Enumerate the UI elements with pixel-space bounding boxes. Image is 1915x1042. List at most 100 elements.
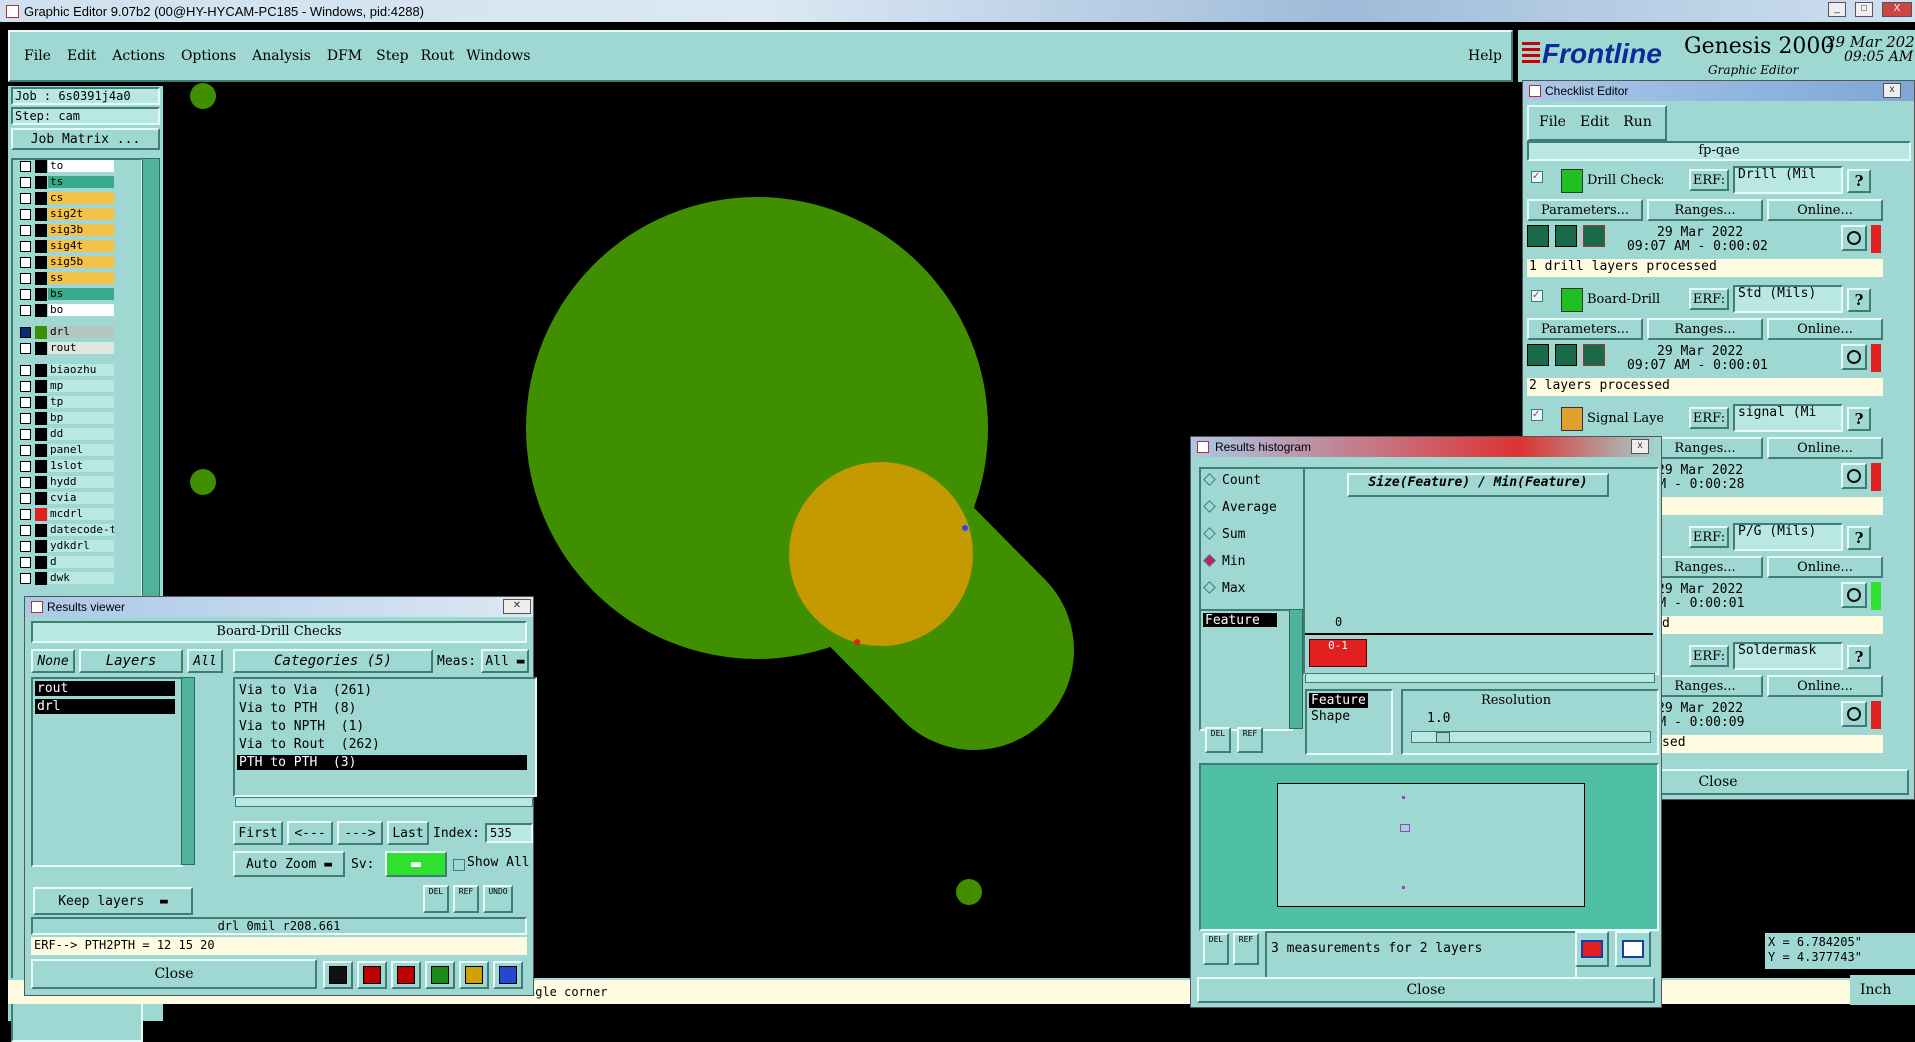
- histogram-option-sum[interactable]: Sum: [1203, 527, 1245, 545]
- run-all-icon[interactable]: [1555, 344, 1577, 366]
- layer-row-datecode-to[interactable]: datecode-to: [20, 524, 115, 537]
- layer-row-sig2t[interactable]: sig2t: [20, 208, 115, 221]
- help-button[interactable]: ?: [1847, 288, 1871, 312]
- record-icon[interactable]: [357, 961, 387, 989]
- run-icon[interactable]: [1527, 344, 1549, 366]
- parameters-button[interactable]: Parameters...: [1527, 318, 1643, 340]
- layer-checkbox[interactable]: [20, 509, 31, 520]
- layer-row-1slot[interactable]: 1slot: [20, 460, 115, 473]
- layer-checkbox[interactable]: [20, 573, 31, 584]
- help-button[interactable]: ?: [1847, 169, 1871, 193]
- erf-field[interactable]: Drill (Mil: [1733, 166, 1843, 194]
- viewer-layer-item[interactable]: rout: [35, 681, 175, 696]
- categories-button[interactable]: Categories (5): [233, 649, 433, 673]
- first-button[interactable]: First: [233, 821, 283, 845]
- help-button[interactable]: ?: [1847, 526, 1871, 550]
- feature-shape-item[interactable]: Shape: [1309, 709, 1352, 724]
- online-button[interactable]: Online...: [1767, 675, 1883, 697]
- check-enable-checkbox[interactable]: ✓: [1531, 171, 1543, 183]
- histogram-option-average[interactable]: Average: [1203, 500, 1277, 518]
- viewer-close-button[interactable]: Close: [31, 959, 317, 989]
- viewer-close-icon[interactable]: ✕: [503, 599, 531, 614]
- histogram-bar[interactable]: 0-1: [1309, 639, 1367, 667]
- next-button[interactable]: --->: [337, 821, 383, 845]
- filter-icon[interactable]: [391, 961, 421, 989]
- layer-checkbox[interactable]: [20, 429, 31, 440]
- histogram-close-icon[interactable]: x: [1631, 439, 1649, 454]
- layer-row-sig5b[interactable]: sig5b: [20, 256, 115, 269]
- histogram-del-button-top[interactable]: DEL: [1205, 727, 1231, 753]
- zoom-results-icon[interactable]: [1841, 344, 1867, 370]
- show-all-checkbox[interactable]: [453, 859, 465, 871]
- viewer-category-hscroll[interactable]: [235, 797, 533, 807]
- index-input[interactable]: 535: [485, 823, 533, 843]
- minimize-button[interactable]: _: [1828, 2, 1846, 17]
- erf-field[interactable]: signal (Mi: [1733, 404, 1843, 432]
- category-item[interactable]: Via to Via (261): [237, 683, 527, 698]
- online-button[interactable]: Online...: [1767, 318, 1883, 340]
- layers-button[interactable]: Layers: [79, 649, 183, 673]
- layer-row-ydkdrl[interactable]: ydkdrl: [20, 540, 115, 553]
- ranges-button[interactable]: Ranges...: [1647, 437, 1763, 459]
- feature-shape-item[interactable]: Feature: [1309, 693, 1368, 708]
- check-enable-checkbox[interactable]: ✓: [1531, 409, 1543, 421]
- layer-row-d[interactable]: d: [20, 556, 115, 569]
- ranges-button[interactable]: Ranges...: [1647, 675, 1763, 697]
- select-all-button[interactable]: All: [187, 649, 223, 673]
- checklist-menu-edit[interactable]: Edit: [1580, 114, 1609, 130]
- zoom-results-icon[interactable]: [1841, 582, 1867, 608]
- layer-checkbox[interactable]: [20, 461, 31, 472]
- menu-actions[interactable]: Actions: [112, 48, 165, 64]
- chart-icon[interactable]: [493, 961, 523, 989]
- step-icon[interactable]: [425, 961, 455, 989]
- viewer-layer-item[interactable]: drl: [35, 699, 175, 714]
- menu-dfm[interactable]: DFM: [327, 48, 362, 64]
- layer-checkbox[interactable]: [20, 343, 31, 354]
- category-item[interactable]: Via to NPTH (1): [237, 719, 527, 734]
- online-button[interactable]: Online...: [1767, 556, 1883, 578]
- viewer-layer-scrollbar[interactable]: [181, 677, 195, 865]
- online-button[interactable]: Online...: [1767, 199, 1883, 221]
- measure-tool-icon[interactable]: [323, 961, 353, 989]
- zoom-fit-icon[interactable]: [1575, 931, 1609, 967]
- histogram-del-button[interactable]: DEL: [1203, 933, 1229, 965]
- viewer-ref-button[interactable]: REF: [453, 885, 479, 913]
- layer-checkbox[interactable]: [20, 327, 31, 338]
- menu-rout[interactable]: Rout: [421, 48, 455, 64]
- layer-row-bp[interactable]: bp: [20, 412, 115, 425]
- menu-options[interactable]: Options: [181, 48, 236, 64]
- histogram-option-min[interactable]: Min: [1203, 554, 1245, 572]
- layer-checkbox[interactable]: [20, 305, 31, 316]
- check-name[interactable]: Board-Drill Che: [1587, 292, 1663, 307]
- maximize-button[interactable]: □: [1855, 2, 1873, 17]
- ranges-button[interactable]: Ranges...: [1647, 199, 1763, 221]
- menu-analysis[interactable]: Analysis: [252, 48, 311, 64]
- checklist-close-icon[interactable]: x: [1883, 83, 1901, 98]
- job-matrix-button[interactable]: Job Matrix ...: [11, 128, 160, 150]
- erf-field[interactable]: Soldermask: [1733, 642, 1843, 670]
- layer-row-hydd[interactable]: hydd: [20, 476, 115, 489]
- close-window-button[interactable]: X: [1882, 2, 1912, 17]
- layer-row-bo[interactable]: bo: [20, 304, 115, 317]
- select-none-button[interactable]: None: [31, 649, 75, 673]
- layer-row-dwk[interactable]: dwk: [20, 572, 115, 585]
- menu-file[interactable]: File: [24, 48, 51, 64]
- layer-checkbox[interactable]: [20, 289, 31, 300]
- layer-checkbox[interactable]: [20, 525, 31, 536]
- menu-windows[interactable]: Windows: [466, 48, 530, 64]
- parameters-button[interactable]: Parameters...: [1527, 199, 1643, 221]
- layer-checkbox[interactable]: [20, 257, 31, 268]
- layer-checkbox[interactable]: [20, 209, 31, 220]
- viewer-undo-button[interactable]: UNDO: [483, 885, 513, 913]
- last-button[interactable]: Last: [387, 821, 429, 845]
- histogram-close-button[interactable]: Close: [1197, 977, 1655, 1003]
- histogram-ref-button-top[interactable]: REF: [1237, 727, 1263, 753]
- menu-step[interactable]: Step: [376, 48, 408, 64]
- layer-row-cvia[interactable]: cvia: [20, 492, 115, 505]
- resolution-slider[interactable]: [1411, 731, 1651, 743]
- layer-row-sig4t[interactable]: sig4t: [20, 240, 115, 253]
- layer-checkbox[interactable]: [20, 161, 31, 172]
- layer-checkbox[interactable]: [20, 541, 31, 552]
- checklist-menu-run[interactable]: Run: [1623, 114, 1652, 130]
- layer-row-ts[interactable]: ts: [20, 176, 115, 189]
